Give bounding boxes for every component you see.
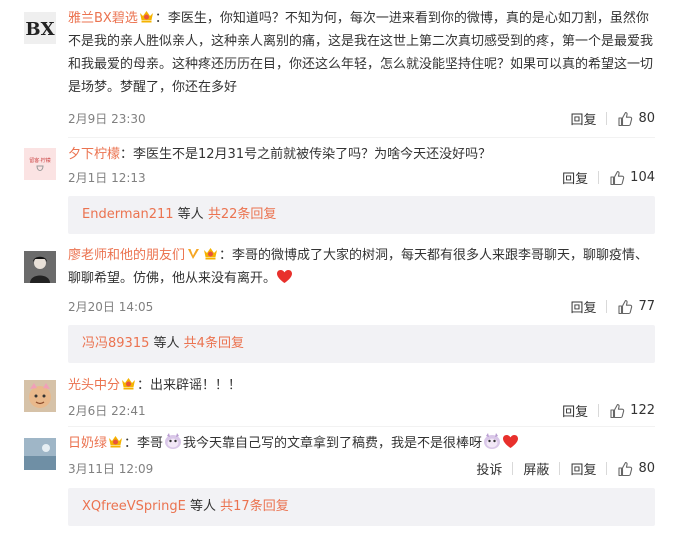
subreply-etc: 等人	[189, 499, 216, 514]
comment-text: ：出来辟谣！！！	[137, 378, 242, 393]
avatar[interactable]	[24, 380, 56, 412]
subreply-etc: 等人	[153, 336, 180, 351]
comment-username[interactable]: 廖老师和他的朋友们	[68, 248, 185, 263]
crown-badge-icon	[203, 247, 218, 260]
like-button[interactable]: 80	[617, 461, 655, 477]
comment-time: 2月6日 22:41	[68, 404, 146, 418]
comment-text: ：李医生，你知道吗？不知为何，每次一进来看到你的微博，真的是心如刀割，虽然你不是…	[68, 11, 654, 95]
comment-username[interactable]: 夕下柠檬	[68, 147, 120, 162]
reply-button[interactable]: 回复	[570, 297, 596, 316]
reply-button[interactable]: 回复	[570, 459, 596, 478]
reply-button[interactable]: 回复	[562, 168, 588, 187]
report-button[interactable]: 投诉	[476, 459, 502, 478]
reply-button[interactable]: 回复	[562, 401, 588, 420]
divider	[598, 404, 600, 417]
block-button[interactable]: 屏蔽	[523, 459, 549, 478]
comment-actions: 投诉 屏蔽 回复 80	[476, 459, 655, 478]
thumb-up-icon	[617, 111, 633, 127]
comment-username[interactable]: 雅兰BX碧选	[68, 11, 138, 26]
comment-item: 留客·柠檬 夕下柠檬：李医生不是12月31号之前就被传染了吗？为啥今天还没好吗？…	[0, 138, 675, 236]
comment-text: ：李医生不是12月31号之前就被传染了吗？为啥今天还没好吗？	[120, 147, 492, 162]
avatar[interactable]: BX	[24, 12, 56, 44]
comment-text: 我今天靠自己写的文章拿到了稿费，我是不是很棒呀	[183, 436, 483, 451]
thumb-up-icon	[617, 461, 633, 477]
subreply-username[interactable]: XQfreeVSpringE	[82, 499, 186, 514]
subreply-summary[interactable]: Enderman211 等人 共22条回复	[68, 196, 655, 234]
comment-content: 雅兰BX碧选 ：李医生，你知道吗？不知为何，每次一进来看到你的微博，真的是心如刀割…	[68, 7, 655, 99]
subreply-count-link[interactable]: 共4条回复	[184, 336, 244, 351]
comment-text: ：李哥	[124, 436, 164, 451]
comment-item: BX 雅兰BX碧选 ：李医生，你知道吗？不知为何，每次一进来看到你的微博，真的是心…	[0, 0, 675, 138]
avatar-logo-text: 留客·柠檬	[29, 157, 51, 164]
comment-content: 日奶绿 ：李哥 我今天靠自己写的文章拿到了稿费，我是不是很棒呀	[68, 432, 655, 455]
subreply-summary[interactable]: XQfreeVSpringE 等人 共17条回复	[68, 488, 655, 526]
comment-actions: 回复 122	[562, 401, 655, 420]
avatar[interactable]	[24, 251, 56, 283]
crown-badge-icon	[121, 377, 136, 390]
comment-item: 廖老师和他的朋友们 ：李哥的微博成了大家的树洞，每天都有很多人来跟李哥聊天，聊聊疫…	[0, 236, 675, 366]
comment-time: 2月20日 14:05	[68, 300, 154, 314]
reply-button[interactable]: 回复	[570, 109, 596, 128]
comment-item: 日奶绿 ：李哥 我今天靠自己写的文章拿到了稿费，我是不是很棒呀 3月11日 12:0…	[0, 426, 675, 533]
divider	[606, 112, 608, 125]
subreply-username[interactable]: Enderman211	[82, 207, 174, 222]
like-button[interactable]: 77	[617, 299, 655, 315]
comment-username[interactable]: 光头中分	[68, 378, 120, 393]
subreply-summary[interactable]: 冯冯89315 等人 共4条回复	[68, 325, 655, 363]
comment-time: 3月11日 12:09	[68, 462, 154, 476]
like-count: 80	[638, 111, 655, 126]
avatar-logo-text: BX	[25, 19, 54, 40]
divider	[512, 462, 514, 475]
thumb-up-icon	[609, 170, 625, 186]
divider	[606, 462, 608, 475]
doge-sticker-icon	[482, 432, 502, 450]
like-button[interactable]: 122	[609, 403, 655, 419]
like-button[interactable]: 104	[609, 170, 655, 186]
avatar[interactable]: 留客·柠檬	[24, 148, 56, 180]
vip-v-badge-icon	[188, 249, 200, 259]
crown-badge-icon	[139, 10, 154, 23]
subreply-etc: 等人	[177, 207, 204, 222]
comment-actions: 回复 104	[562, 168, 655, 187]
doge-sticker-icon	[163, 432, 183, 450]
avatar[interactable]	[24, 438, 56, 470]
comment-username[interactable]: 日奶绿	[68, 436, 107, 451]
comment-content: 廖老师和他的朋友们 ：李哥的微博成了大家的树洞，每天都有很多人来跟李哥聊天，聊聊疫…	[68, 244, 655, 290]
like-count: 122	[630, 403, 655, 418]
comment-actions: 回复 77	[570, 297, 655, 316]
divider	[606, 300, 608, 313]
like-count: 80	[638, 461, 655, 476]
crown-badge-icon	[108, 435, 123, 448]
heart-emoji-icon	[276, 269, 293, 284]
comment-item: 光头中分 ：出来辟谣！！！ 2月6日 22:41 回复 122	[0, 366, 675, 427]
subreply-count-link[interactable]: 共17条回复	[220, 499, 289, 514]
comment-content: 夕下柠檬：李医生不是12月31号之前就被传染了吗？为啥今天还没好吗？	[68, 143, 655, 166]
comment-time: 2月9日 23:30	[68, 112, 146, 126]
thumb-up-icon	[609, 403, 625, 419]
heart-emoji-icon	[502, 434, 519, 449]
divider	[598, 171, 600, 184]
comment-time: 2月1日 12:13	[68, 171, 146, 185]
subreply-count-link[interactable]: 共22条回复	[208, 207, 277, 222]
like-count: 104	[630, 170, 655, 185]
divider	[559, 462, 561, 475]
thumb-up-icon	[617, 299, 633, 315]
like-count: 77	[638, 299, 655, 314]
subreply-username[interactable]: 冯冯89315	[82, 336, 149, 351]
comment-content: 光头中分 ：出来辟谣！！！	[68, 374, 655, 397]
comment-actions: 回复 80	[570, 109, 655, 128]
like-button[interactable]: 80	[617, 111, 655, 127]
